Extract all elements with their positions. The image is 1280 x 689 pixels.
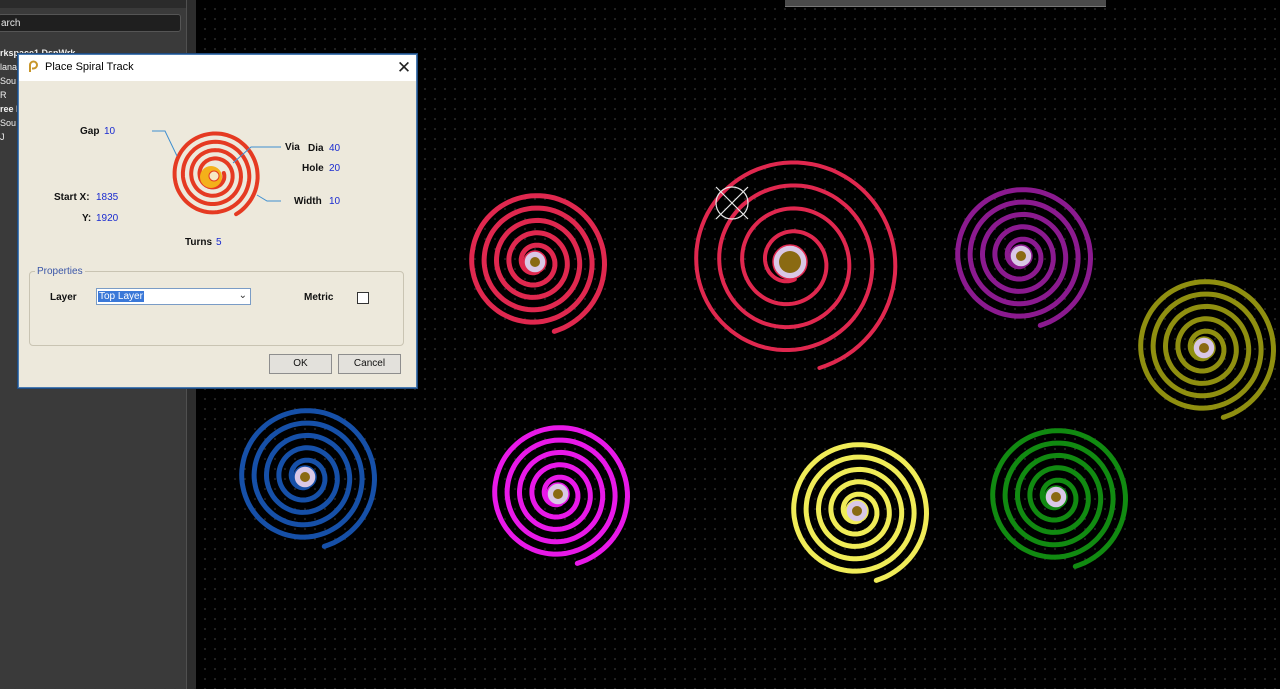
properties-group: [29, 271, 404, 346]
place-spiral-track-dialog: Place Spiral Track ✕ Gap 10 Via Dia 40 H…: [18, 54, 417, 388]
large-red-spiral-via-hole: [779, 251, 801, 273]
metric-checkbox[interactable]: [357, 292, 369, 304]
via-label: Via: [285, 142, 300, 153]
start-x-value[interactable]: 1835: [96, 192, 118, 203]
layer-select[interactable]: Top Layer ⌄: [96, 288, 251, 305]
dia-label: Dia: [308, 143, 324, 154]
gap-leader-line: [152, 130, 178, 157]
close-icon[interactable]: ✕: [393, 57, 415, 79]
cancel-button[interactable]: Cancel: [338, 354, 401, 374]
yellow-spiral-via-hole: [852, 506, 862, 516]
start-x-label: Start X:: [54, 192, 90, 203]
dialog-title: Place Spiral Track: [45, 61, 134, 73]
start-y-value[interactable]: 1920: [96, 213, 118, 224]
metric-label: Metric: [304, 292, 334, 303]
search-input[interactable]: arch: [0, 14, 181, 32]
magenta-spiral-via-hole: [553, 489, 563, 499]
turns-value[interactable]: 5: [216, 237, 222, 248]
tree-item-j[interactable]: J: [0, 131, 20, 144]
gap-value[interactable]: 10: [104, 126, 115, 137]
tree-item-project[interactable]: lana: [0, 61, 20, 74]
layer-label: Layer: [50, 292, 77, 303]
start-y-label: Y:: [82, 213, 92, 224]
spiral-preview: [152, 130, 281, 217]
preview-via-hole: [208, 170, 220, 182]
red-spiral-via-hole: [530, 257, 540, 267]
hole-label: Hole: [302, 163, 324, 174]
width-value[interactable]: 10: [329, 196, 340, 207]
width-leader-line: [256, 194, 281, 202]
blue-spiral-via-hole: [300, 472, 310, 482]
gap-label: Gap: [80, 126, 100, 137]
tree-item-source[interactable]: Sou: [0, 75, 20, 88]
purple-spiral-via-hole: [1016, 251, 1026, 261]
green-spiral-via-hole: [1051, 492, 1061, 502]
hole-value[interactable]: 20: [329, 163, 340, 174]
layer-select-value: Top Layer: [98, 291, 144, 302]
chevron-down-icon[interactable]: ⌄: [239, 290, 247, 301]
width-label: Width: [294, 196, 322, 207]
panel-toolbar: [0, 0, 196, 8]
ok-button[interactable]: OK: [269, 354, 332, 374]
dia-value[interactable]: 40: [329, 143, 340, 154]
properties-title: Properties: [35, 266, 85, 277]
turns-label: Turns: [185, 237, 213, 248]
olive-spiral-via-hole: [1199, 343, 1209, 353]
tree-item-r[interactable]: R: [0, 89, 20, 102]
tree-item-source-2[interactable]: Sou: [0, 117, 20, 130]
app-logo-icon: [29, 60, 38, 72]
tree-item-free[interactable]: ree l: [0, 103, 20, 116]
dialog-titlebar[interactable]: Place Spiral Track ✕: [19, 55, 416, 81]
